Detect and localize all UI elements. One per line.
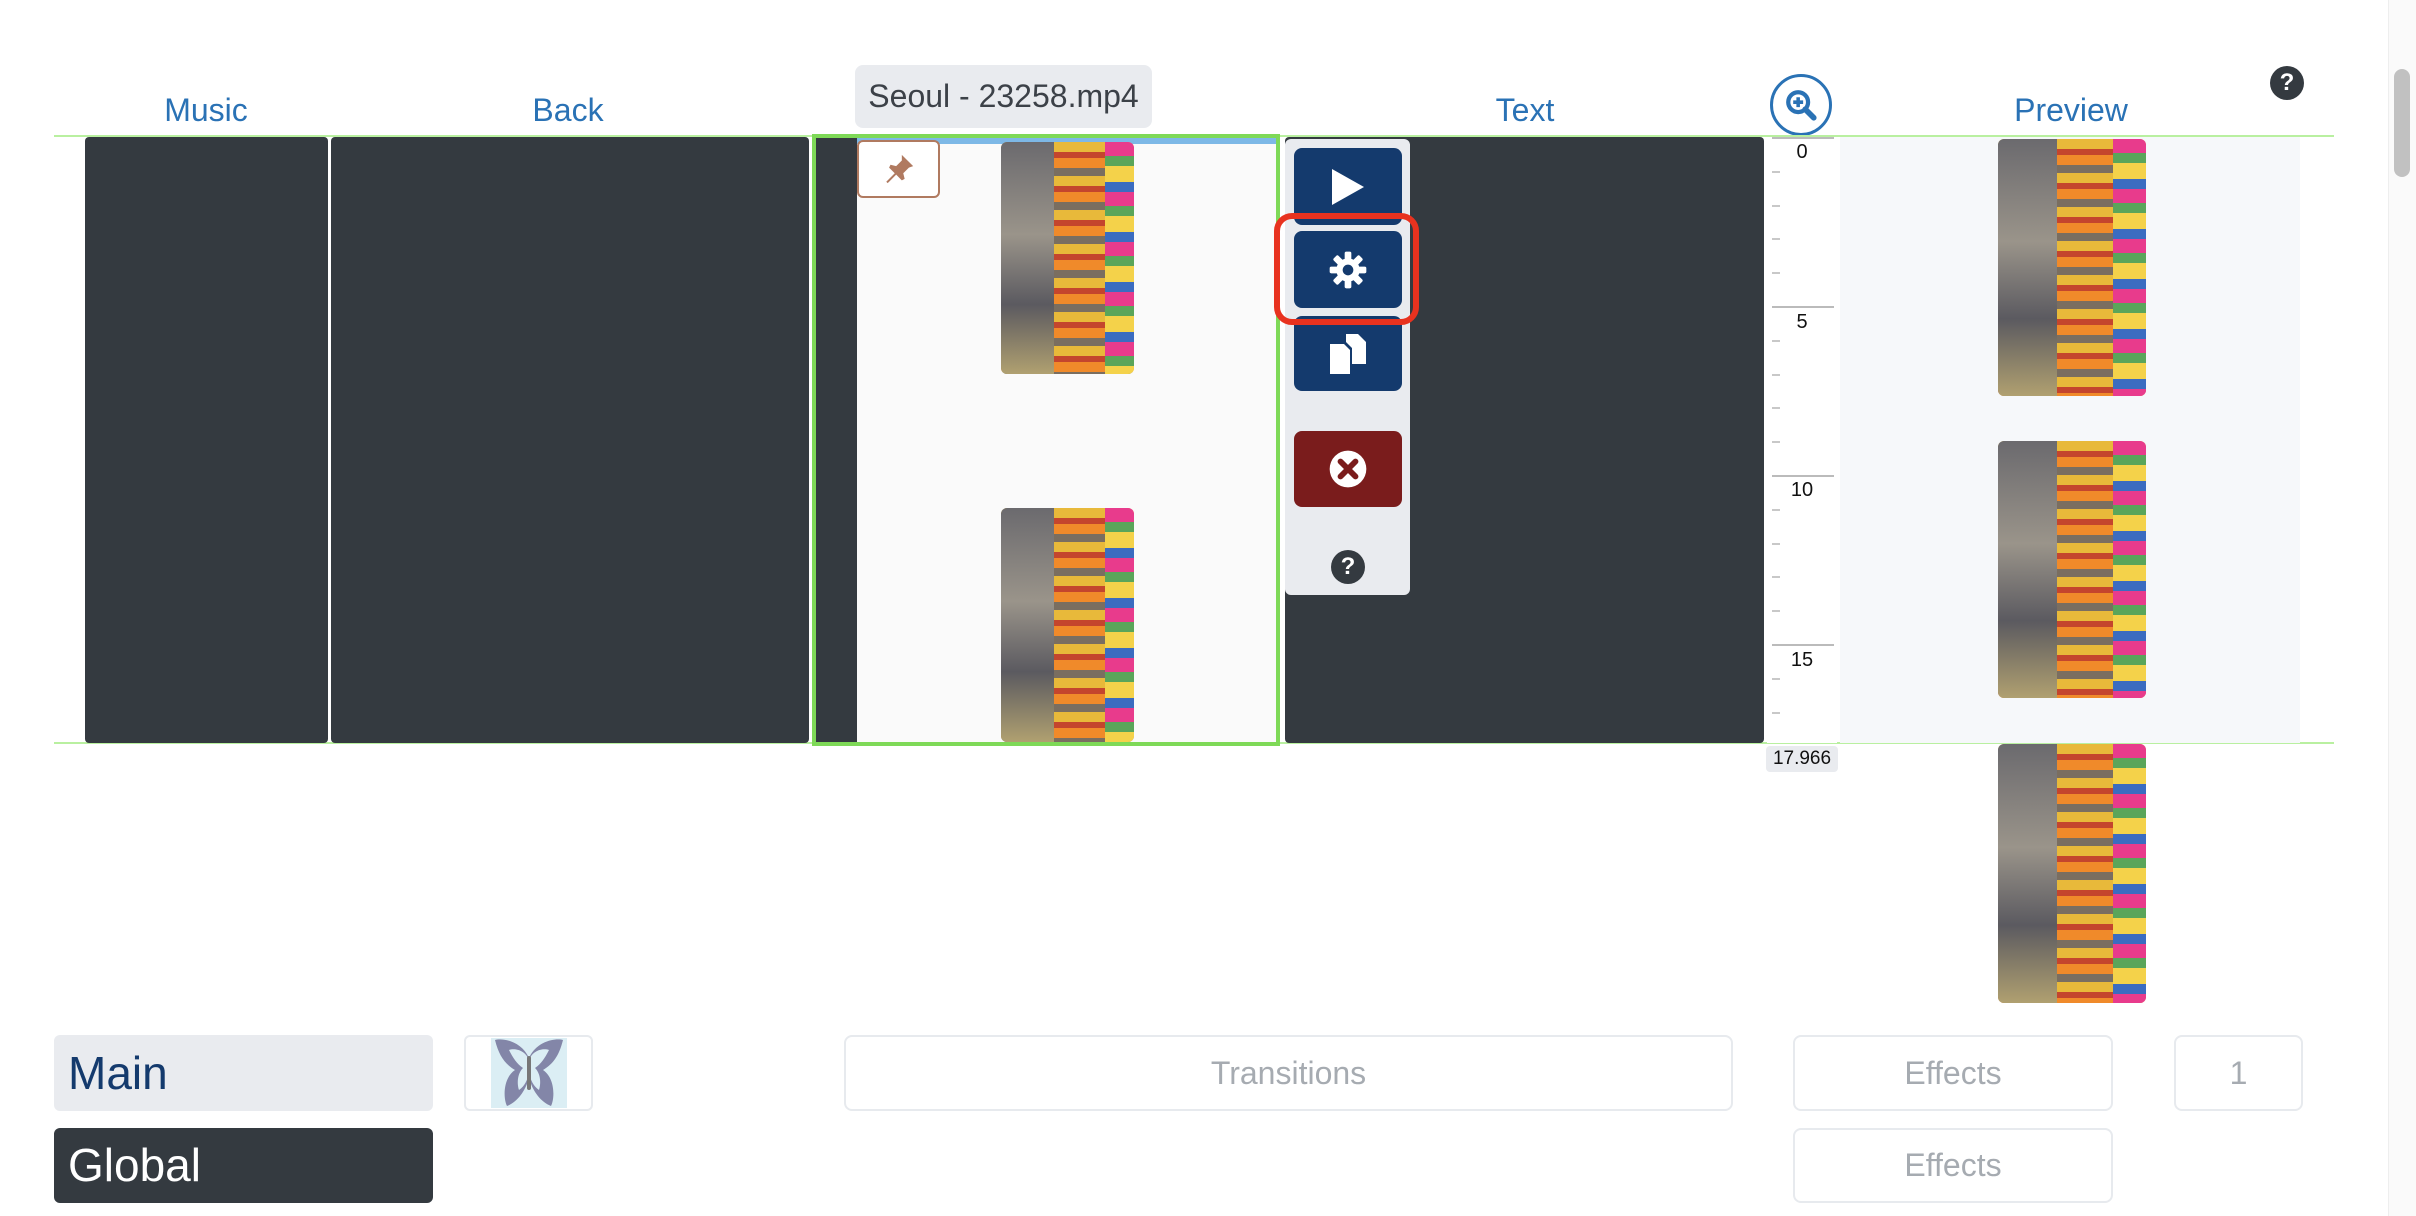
ruler-tick — [1772, 170, 1780, 173]
ruler-label: 10 — [1790, 479, 1814, 501]
ruler-tick — [1772, 137, 1834, 139]
back-track[interactable] — [331, 137, 809, 743]
copy-icon — [1330, 333, 1366, 374]
effects-button[interactable]: Effects — [1793, 1035, 2113, 1111]
ruler-tick — [1772, 677, 1780, 680]
ruler-tick — [1772, 542, 1780, 545]
delete-button[interactable] — [1294, 431, 1402, 507]
global-tab[interactable]: Global — [54, 1128, 433, 1203]
ruler-tick — [1772, 576, 1780, 579]
ruler-tick — [1772, 204, 1780, 207]
preview-thumbnail[interactable] — [1998, 744, 2146, 1003]
header-music: Music — [164, 92, 248, 128]
ruler-tick — [1772, 306, 1834, 308]
preview-thumbnail[interactable] — [1998, 139, 2146, 396]
ruler-tick — [1772, 238, 1780, 241]
ruler-tick — [1772, 610, 1780, 613]
butterfly-icon — [490, 1038, 567, 1108]
delete-icon — [1329, 450, 1367, 488]
highlight-box — [1274, 213, 1419, 325]
ruler-tick — [1772, 339, 1780, 342]
header-preview: Preview — [2014, 92, 2128, 128]
music-track[interactable] — [85, 137, 328, 743]
ruler-tick — [1772, 475, 1834, 477]
header-text: Text — [1495, 92, 1555, 128]
ruler-tick — [1772, 711, 1780, 714]
preview-thumbnail[interactable] — [1998, 441, 2146, 698]
count-field[interactable]: 1 — [2174, 1035, 2303, 1111]
toolbar-help-button[interactable]: ? — [1331, 550, 1365, 584]
copy-button[interactable] — [1294, 316, 1402, 391]
pin-icon — [885, 154, 913, 184]
ruler-label: 15 — [1790, 649, 1814, 671]
scrollbar[interactable] — [2388, 0, 2416, 1216]
play-icon — [1332, 168, 1364, 205]
ruler-label: 0 — [1796, 141, 1808, 163]
zoom-button[interactable] — [1770, 74, 1832, 136]
ruler-tick — [1772, 272, 1780, 275]
help-button[interactable]: ? — [2270, 66, 2304, 100]
effects-global-button[interactable]: Effects — [1793, 1128, 2113, 1203]
duration-label: 17.966 — [1766, 746, 1838, 772]
scrollbar-thumb[interactable] — [2394, 69, 2410, 177]
ruler-tick — [1772, 508, 1780, 511]
zoom-in-icon — [1786, 90, 1817, 121]
main-tab[interactable]: Main — [54, 1035, 433, 1111]
ruler-label: 5 — [1796, 311, 1808, 333]
video-clip[interactable] — [812, 134, 1280, 746]
pin-button[interactable] — [857, 140, 940, 198]
clip-thumbnail — [1001, 142, 1134, 374]
header-back: Back — [532, 92, 604, 128]
clip-filename: Seoul - 23258.mp4 — [855, 65, 1152, 128]
clip-thumbnail — [1001, 508, 1134, 742]
ruler-tick — [1772, 644, 1834, 646]
ruler-tick — [1772, 373, 1780, 376]
ruler-tick — [1772, 407, 1780, 410]
transitions-button[interactable]: Transitions — [844, 1035, 1733, 1111]
ruler-tick — [1772, 441, 1780, 444]
butterfly-thumbnail-button[interactable] — [464, 1035, 593, 1111]
